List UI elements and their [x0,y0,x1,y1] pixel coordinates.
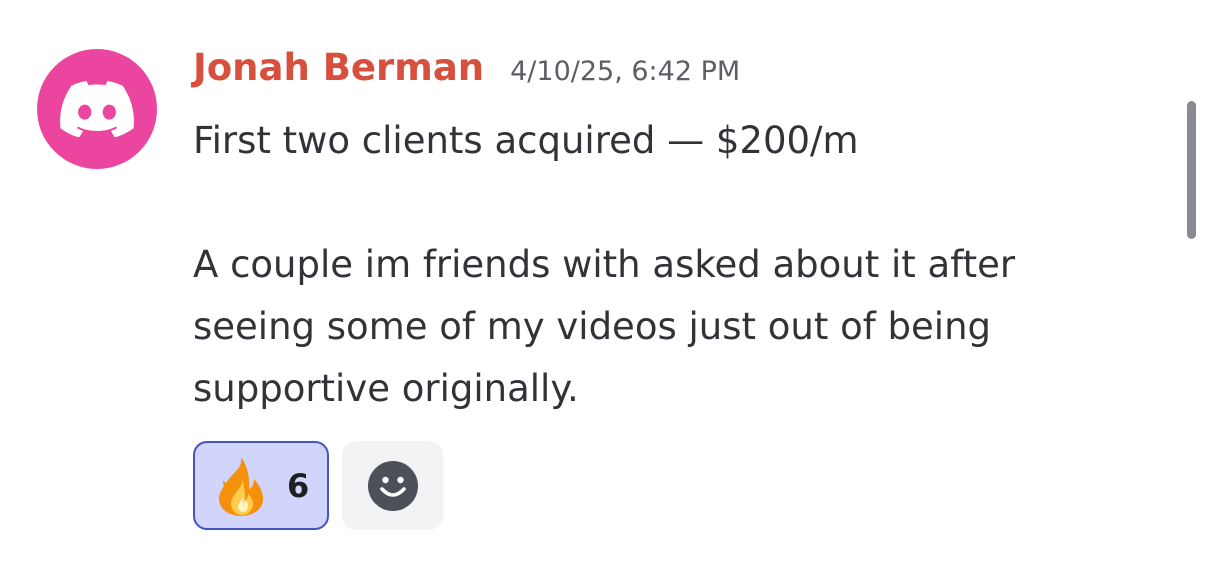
message-line: A couple im friends with asked about it … [193,243,1016,286]
message-timestamp: 4/10/25, 6:42 PM [510,56,741,87]
add-reaction-button[interactable] [342,441,443,530]
reaction-count: 6 [287,466,310,505]
reactions-bar: 6 [193,441,443,530]
scrollbar-thumb[interactable] [1187,101,1196,239]
message-content: First two clients acquired — $200/m A co… [193,110,1183,420]
message-line: seeing some of my videos just out of bei… [193,305,992,348]
message-line: First two clients acquired — $200/m [193,119,859,162]
add-reaction-smiley-icon [367,460,418,511]
avatar[interactable] [37,49,157,169]
fire-emoji-icon [219,456,263,516]
message-header: Jonah Berman 4/10/25, 6:42 PM [193,46,740,100]
message-line: supportive originally. [193,367,579,410]
discord-logo-icon [60,81,134,137]
author-name[interactable]: Jonah Berman [193,46,484,89]
chat-message: Jonah Berman 4/10/25, 6:42 PM First two … [0,0,1206,576]
paragraph-break [193,172,1183,234]
fire-reaction-button[interactable]: 6 [193,441,329,530]
